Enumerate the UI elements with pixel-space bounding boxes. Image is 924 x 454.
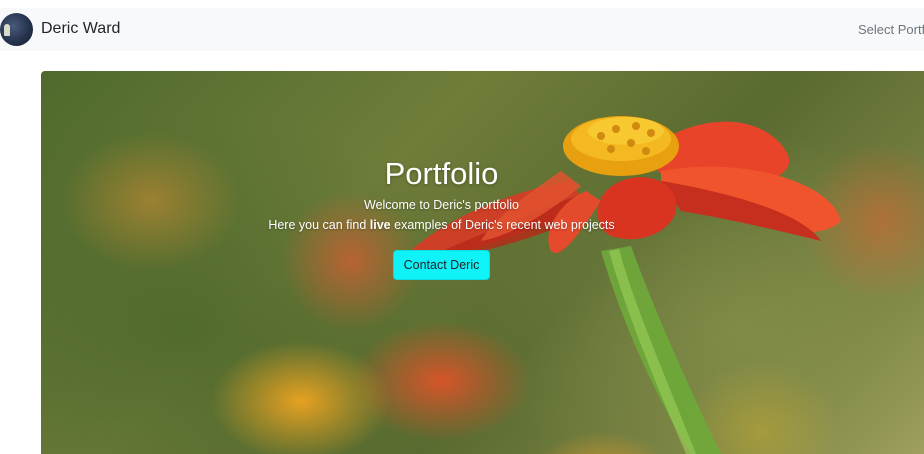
hero-description: Here you can find live examples of Deric… xyxy=(41,215,913,235)
hero-description-bold: live xyxy=(369,218,391,232)
avatar[interactable] xyxy=(0,13,33,46)
hero-welcome-text: Welcome to Deric's portfolio xyxy=(364,198,519,212)
hero-description-suffix: examples of Deric's recent web projects xyxy=(390,218,615,232)
avatar-figure-icon xyxy=(4,24,10,36)
navbar: Deric Ward Select Portf xyxy=(0,8,924,51)
select-portfolio-link[interactable]: Select Portf xyxy=(858,22,924,37)
hero-banner: Portfolio Welcome to Deric's portfolio H… xyxy=(41,71,924,454)
hero-content: Portfolio Welcome to Deric's portfolio H… xyxy=(41,156,913,280)
hero-description-prefix: Here you can find xyxy=(268,218,370,232)
brand-name[interactable]: Deric Ward xyxy=(41,20,120,38)
hero-title: Portfolio xyxy=(384,156,499,191)
contact-button[interactable]: Contact Deric xyxy=(392,250,491,280)
